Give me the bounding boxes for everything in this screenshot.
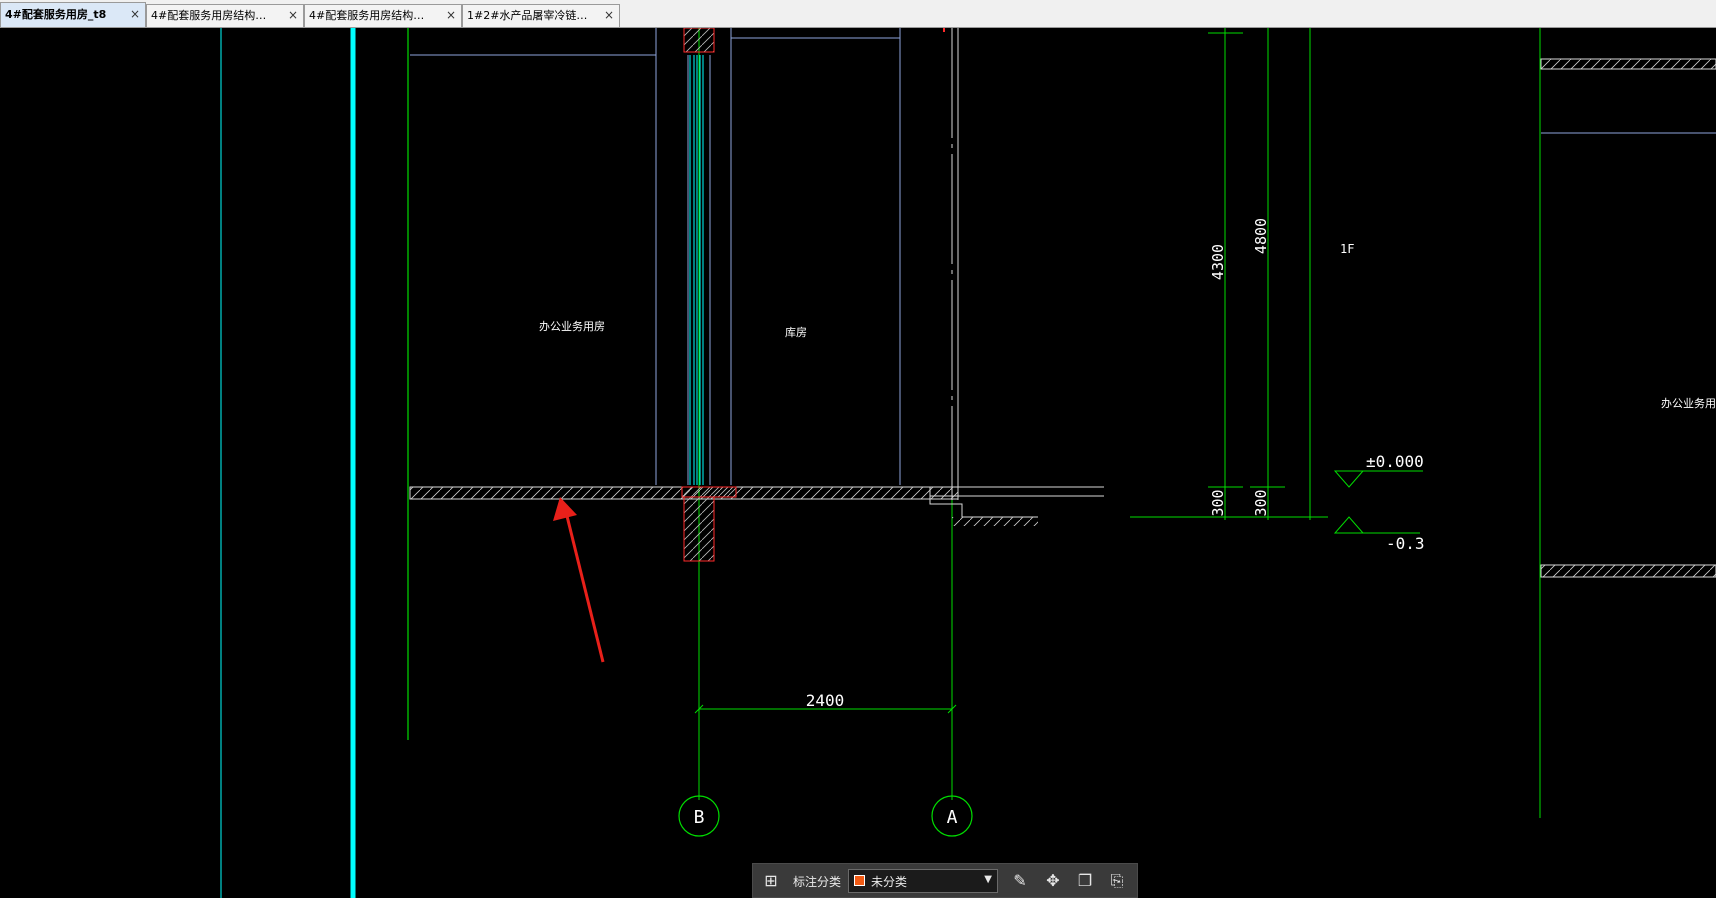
elevation-text-zero: ±0.000 — [1366, 452, 1424, 471]
elevation-marker-icon — [1333, 470, 1365, 488]
close-icon[interactable]: × — [130, 3, 140, 26]
tab-label: 4#配套服务用房结构… — [151, 9, 267, 22]
document-tab-bar: 4#配套服务用房_t8 × 4#配套服务用房结构… × 4#配套服务用房结构… … — [0, 0, 1716, 28]
annotation-toolbar: ⊞ 标注分类 未分类 ▼ ✎ ✥ ❐ ⎘ — [752, 863, 1138, 898]
close-icon[interactable]: × — [446, 5, 456, 26]
ground-step — [929, 499, 1038, 518]
category-color-swatch — [854, 875, 865, 886]
room-label-storage: 库房 — [785, 326, 807, 339]
foundation-pier — [683, 496, 715, 562]
copy-icon[interactable]: ❐ — [1075, 871, 1095, 891]
floor-label: 1F — [1340, 242, 1354, 256]
tab-4-service-building-t8[interactable]: 4#配套服务用房_t8 × — [0, 2, 146, 27]
grid-icon[interactable]: ⊞ — [761, 871, 781, 891]
annotation-arrow-icon — [553, 497, 605, 663]
room-label-office: 办公业务用房 — [539, 320, 605, 333]
move-icon[interactable]: ✥ — [1043, 871, 1063, 891]
tab-4-service-building-structure-1[interactable]: 4#配套服务用房结构… × — [146, 4, 304, 27]
dimension-text-4300: 4300 — [1209, 244, 1227, 280]
tab-1-2-aquatic-cold-chain[interactable]: 1#2#水产品屠宰冷链… × — [462, 4, 620, 27]
annotation-category-select[interactable]: 未分类 ▼ — [848, 869, 998, 893]
pier-cap — [681, 486, 737, 498]
cad-drawing-canvas[interactable]: 办公业务用房 库房 办公业务用 1F 4300 4800 300 300 ±0.… — [0, 28, 1716, 898]
dimension-text-300: 300 — [1252, 489, 1270, 516]
elevation-marker-icon — [1333, 516, 1365, 534]
paste-icon[interactable]: ⎘ — [1107, 871, 1127, 891]
category-value: 未分类 — [871, 875, 908, 889]
axis-label-a: A — [947, 807, 958, 828]
annotation-category-label: 标注分类 — [793, 875, 842, 889]
close-icon[interactable]: × — [604, 5, 614, 26]
span-dimension-text: 2400 — [806, 691, 845, 710]
edit-icon[interactable]: ✎ — [1010, 871, 1030, 891]
floor-slab-right — [1540, 564, 1716, 578]
dimension-text-300: 300 — [1209, 489, 1227, 516]
ground-hatch — [952, 517, 1038, 526]
tab-label: 4#配套服务用房结构… — [309, 9, 425, 22]
tab-4-service-building-structure-2[interactable]: 4#配套服务用房结构… × — [304, 4, 462, 27]
beam-section — [683, 28, 715, 53]
elevation-text-minus: -0.3 — [1386, 534, 1425, 553]
tab-label: 1#2#水产品屠宰冷链… — [467, 9, 588, 22]
dimension-text-4800: 4800 — [1252, 218, 1270, 254]
axis-label-b: B — [694, 807, 705, 828]
floor-slab — [409, 486, 931, 500]
room-label-office-right: 办公业务用 — [1661, 397, 1716, 410]
caret-down-icon: ▼ — [984, 874, 992, 885]
floor-slab-right — [1540, 58, 1716, 70]
close-icon[interactable]: × — [288, 5, 298, 26]
tab-label: 4#配套服务用房_t8 — [5, 8, 107, 21]
slab-step — [929, 486, 959, 500]
